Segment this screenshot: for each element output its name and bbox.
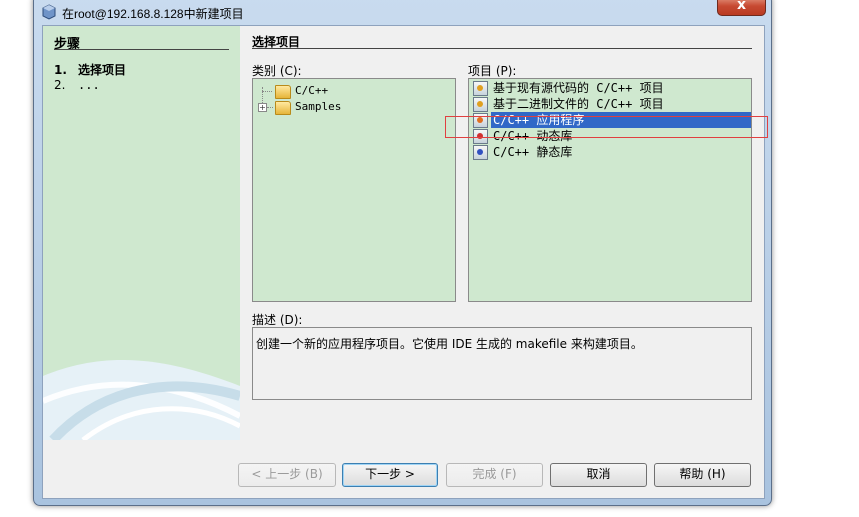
highlight-annotation-box — [445, 116, 768, 138]
step-number: 2. — [54, 78, 66, 92]
step-item-2: 2.... — [54, 78, 100, 92]
list-item-label: C/C++ 静态库 — [493, 145, 573, 159]
description-text: 创建一个新的应用程序项目。它使用 IDE 生成的 makefile 来构建项目。 — [256, 337, 643, 351]
folder-icon — [275, 85, 291, 99]
decorative-swoosh-graphic — [43, 359, 240, 440]
step-item-1: 1. 选择项目 — [54, 61, 126, 78]
app-cube-icon — [42, 4, 56, 20]
steps-divider — [54, 49, 229, 50]
tree-item-label: C/C++ — [295, 84, 329, 97]
steps-pane: 步骤 1. 选择项目 2.... — [43, 26, 240, 440]
description-label: 描述 (D): — [252, 313, 303, 327]
categories-tree[interactable]: C/C++ + Samples — [252, 78, 456, 302]
panel-divider — [252, 48, 752, 49]
close-icon: x — [736, 0, 747, 13]
project-template-icon — [473, 97, 488, 112]
cancel-button[interactable]: 取消 — [550, 463, 647, 487]
expand-icon[interactable]: + — [258, 103, 267, 112]
list-item-label: 基于二进制文件的 C/C++ 项目 — [493, 97, 664, 111]
projects-list[interactable]: 基于现有源代码的 C/C++ 项目 基于二进制文件的 C/C++ 项目 C/C+… — [468, 78, 752, 302]
list-item-binary-file[interactable]: 基于二进制文件的 C/C++ 项目 — [471, 96, 749, 112]
tree-guide-line — [267, 107, 273, 108]
folder-icon — [275, 101, 291, 115]
title-bar[interactable]: 在root@192.168.8.128中新建项目 x — [34, 0, 771, 25]
categories-label: 类别 (C): — [252, 64, 302, 78]
step-number: 1. — [54, 63, 67, 77]
back-button[interactable]: < 上一步 (B) — [238, 463, 336, 487]
window-title: 在root@192.168.8.128中新建项目 — [62, 7, 244, 21]
list-item-existing-source[interactable]: 基于现有源代码的 C/C++ 项目 — [471, 80, 749, 96]
tree-item-label: Samples — [295, 100, 342, 113]
description-box: 创建一个新的应用程序项目。它使用 IDE 生成的 makefile 来构建项目。 — [252, 327, 752, 400]
static-library-icon — [473, 145, 488, 160]
next-button[interactable]: 下一步 > — [342, 463, 438, 487]
dialog-window: 在root@192.168.8.128中新建项目 x 步骤 1. 选择项目 2..… — [33, 0, 772, 506]
help-button[interactable]: 帮助 (H) — [654, 463, 751, 487]
projects-label: 项目 (P): — [468, 64, 517, 78]
list-item-static-library[interactable]: C/C++ 静态库 — [471, 144, 749, 160]
project-template-icon — [473, 81, 488, 96]
step-label: ... — [78, 78, 100, 92]
close-button[interactable]: x — [717, 0, 766, 16]
step-label: 选择项目 — [78, 63, 127, 77]
finish-button[interactable]: 完成 (F) — [446, 463, 543, 487]
dialog-client-area: 步骤 1. 选择项目 2.... 选择项目 类别 (C): 项目 (P): C/… — [42, 25, 765, 499]
tree-guide-line — [262, 91, 272, 92]
list-item-label: 基于现有源代码的 C/C++ 项目 — [493, 81, 664, 95]
